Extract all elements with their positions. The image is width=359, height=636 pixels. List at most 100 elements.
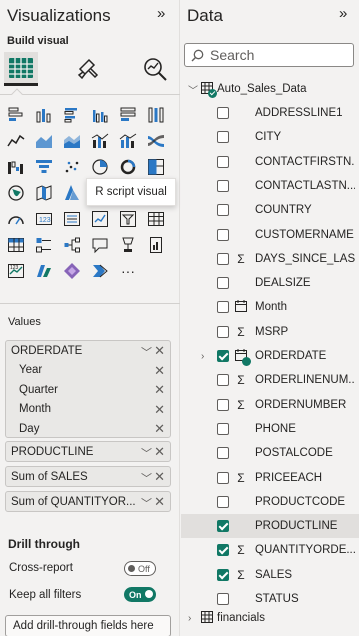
multi-row-card-visual-icon[interactable] <box>61 208 83 230</box>
cross-report-toggle[interactable]: Off <box>124 561 156 576</box>
field-checkbox[interactable] <box>217 228 229 241</box>
field-checkbox[interactable] <box>217 277 229 290</box>
field-checkbox[interactable] <box>217 131 229 144</box>
field-checkbox[interactable] <box>217 301 229 314</box>
field-checkbox[interactable] <box>217 447 229 460</box>
field-item[interactable]: Σ SALES <box>181 563 359 587</box>
table-financials[interactable]: › financials <box>181 606 359 630</box>
power-apps-visual-icon[interactable] <box>33 260 55 282</box>
field-checkbox[interactable] <box>217 350 229 362</box>
stacked-column-visual-icon[interactable] <box>33 104 55 126</box>
field-checkbox[interactable] <box>217 252 229 265</box>
field-item[interactable]: Σ MSRP <box>181 320 359 344</box>
decomposition-tree-visual-icon[interactable] <box>61 234 83 256</box>
remove-field-icon[interactable]: ✕ <box>154 494 165 510</box>
remove-level-icon[interactable]: ✕ <box>154 402 165 418</box>
key-influencers-visual-icon[interactable] <box>33 234 55 256</box>
qa-visual-icon[interactable] <box>89 234 111 256</box>
pie-visual-icon[interactable] <box>89 156 111 178</box>
filled-map-visual-icon[interactable] <box>33 182 55 204</box>
field-item[interactable]: Σ PRICEEACH <box>181 466 359 490</box>
field-checkbox[interactable] <box>217 471 229 484</box>
collapse-data-icon[interactable]: » <box>339 5 348 22</box>
hierarchy-level[interactable]: Year ✕ <box>6 361 170 381</box>
chevron-right-icon[interactable]: › <box>188 613 191 624</box>
card-visual-icon[interactable]: 123 <box>33 208 55 230</box>
field-item[interactable]: PRODUCTLINE <box>181 514 359 539</box>
field-well-orderdate[interactable]: ORDERDATE ﹀ ✕ Year ✕ Quarter ✕ Month ✕ D… <box>5 340 171 438</box>
field-item[interactable]: COUNTRY <box>181 198 359 222</box>
search-input[interactable]: Search <box>184 43 354 67</box>
field-checkbox[interactable] <box>217 520 229 533</box>
kpi-visual-icon[interactable] <box>89 208 111 230</box>
field-item[interactable]: Month <box>181 295 359 319</box>
build-visual-tab[interactable] <box>4 52 38 86</box>
field-checkbox[interactable] <box>217 155 229 168</box>
hierarchy-level[interactable]: Month ✕ <box>6 400 170 420</box>
field-item[interactable]: Σ QUANTITYORDE... <box>181 538 359 562</box>
smart-narrative-visual-icon[interactable] <box>117 234 139 256</box>
field-checkbox[interactable] <box>217 107 229 119</box>
line-clustered-column-visual-icon[interactable] <box>89 130 111 152</box>
field-item[interactable]: › ORDERDATE <box>181 344 359 368</box>
scatter-visual-icon[interactable] <box>61 156 83 178</box>
drill-through-drop-zone[interactable]: Add drill-through fields here <box>5 615 171 636</box>
chevron-down-icon[interactable]: ﹀ <box>141 495 152 511</box>
collapse-visualizations-icon[interactable]: » <box>157 5 166 22</box>
table-auto-sales-data[interactable]: ﹀ Auto_Sales_Data <box>181 77 359 101</box>
remove-field-icon[interactable]: ✕ <box>154 444 165 460</box>
field-item[interactable]: CUSTOMERNAME <box>181 223 359 247</box>
chevron-right-icon[interactable]: › <box>201 351 204 362</box>
100-stacked-bar-visual-icon[interactable] <box>117 104 139 126</box>
map-visual-icon[interactable] <box>5 182 27 204</box>
remove-field-icon[interactable]: ✕ <box>154 343 165 359</box>
remove-level-icon[interactable]: ✕ <box>154 382 165 398</box>
chevron-down-icon[interactable]: ﹀ <box>141 445 152 461</box>
field-well-quantity[interactable]: Sum of QUANTITYOR... ﹀ ✕ <box>5 491 171 512</box>
field-item[interactable]: Σ ORDERLINENUM... <box>181 368 359 392</box>
metrics-visual-icon[interactable]: 123 <box>5 260 27 282</box>
treemap-visual-icon[interactable] <box>145 156 167 178</box>
table-visual-icon[interactable] <box>145 208 167 230</box>
field-item[interactable]: ADDRESSLINE1 <box>181 101 359 125</box>
line-visual-icon[interactable] <box>5 130 27 152</box>
clustered-bar-visual-icon[interactable] <box>61 104 83 126</box>
well-field[interactable]: ORDERDATE ﹀ ✕ <box>6 341 170 361</box>
field-item[interactable]: CONTACTLASTN... <box>181 174 359 198</box>
field-well-sales[interactable]: Sum of SALES ﹀ ✕ <box>5 466 171 487</box>
chevron-down-icon[interactable]: ﹀ <box>188 82 198 97</box>
line-stacked-column-visual-icon[interactable] <box>117 130 139 152</box>
field-checkbox[interactable] <box>217 544 229 557</box>
field-item[interactable]: POSTALCODE <box>181 441 359 465</box>
area-visual-icon[interactable] <box>33 130 55 152</box>
field-checkbox[interactable] <box>217 325 229 338</box>
field-item[interactable]: DEALSIZE <box>181 271 359 295</box>
slicer-visual-icon[interactable] <box>117 208 139 230</box>
field-checkbox[interactable] <box>217 593 229 605</box>
field-checkbox[interactable] <box>217 495 229 508</box>
field-item[interactable]: CONTACTFIRSTN... <box>181 150 359 174</box>
field-well-productline[interactable]: PRODUCTLINE ﹀ ✕ <box>5 441 171 462</box>
more-visual-icon[interactable]: ··· <box>117 260 139 282</box>
analytics-tab[interactable] <box>138 52 172 86</box>
field-item[interactable]: Σ ORDERNUMBER <box>181 393 359 417</box>
chevron-down-icon[interactable]: ﹀ <box>141 470 152 486</box>
field-checkbox[interactable] <box>217 568 229 581</box>
azure-map-visual-icon[interactable] <box>61 182 83 204</box>
field-item[interactable]: Σ DAYS_SINCE_LAS... <box>181 247 359 271</box>
hierarchy-level[interactable]: Day ✕ <box>6 419 170 439</box>
waterfall-visual-icon[interactable] <box>5 156 27 178</box>
field-item[interactable]: CITY <box>181 125 359 149</box>
field-checkbox[interactable] <box>217 204 229 217</box>
field-checkbox[interactable] <box>217 374 229 387</box>
stacked-bar-visual-icon[interactable] <box>5 104 27 126</box>
hierarchy-level[interactable]: Quarter ✕ <box>6 380 170 400</box>
keep-filters-toggle[interactable]: On <box>124 587 156 602</box>
stacked-area-visual-icon[interactable] <box>61 130 83 152</box>
field-checkbox[interactable] <box>217 422 229 435</box>
remove-level-icon[interactable]: ✕ <box>154 363 165 379</box>
clustered-column-visual-icon[interactable] <box>89 104 111 126</box>
matrix-visual-icon[interactable] <box>5 234 27 256</box>
power-automate-visual-icon[interactable] <box>61 260 83 282</box>
field-item[interactable]: PRODUCTCODE <box>181 490 359 514</box>
